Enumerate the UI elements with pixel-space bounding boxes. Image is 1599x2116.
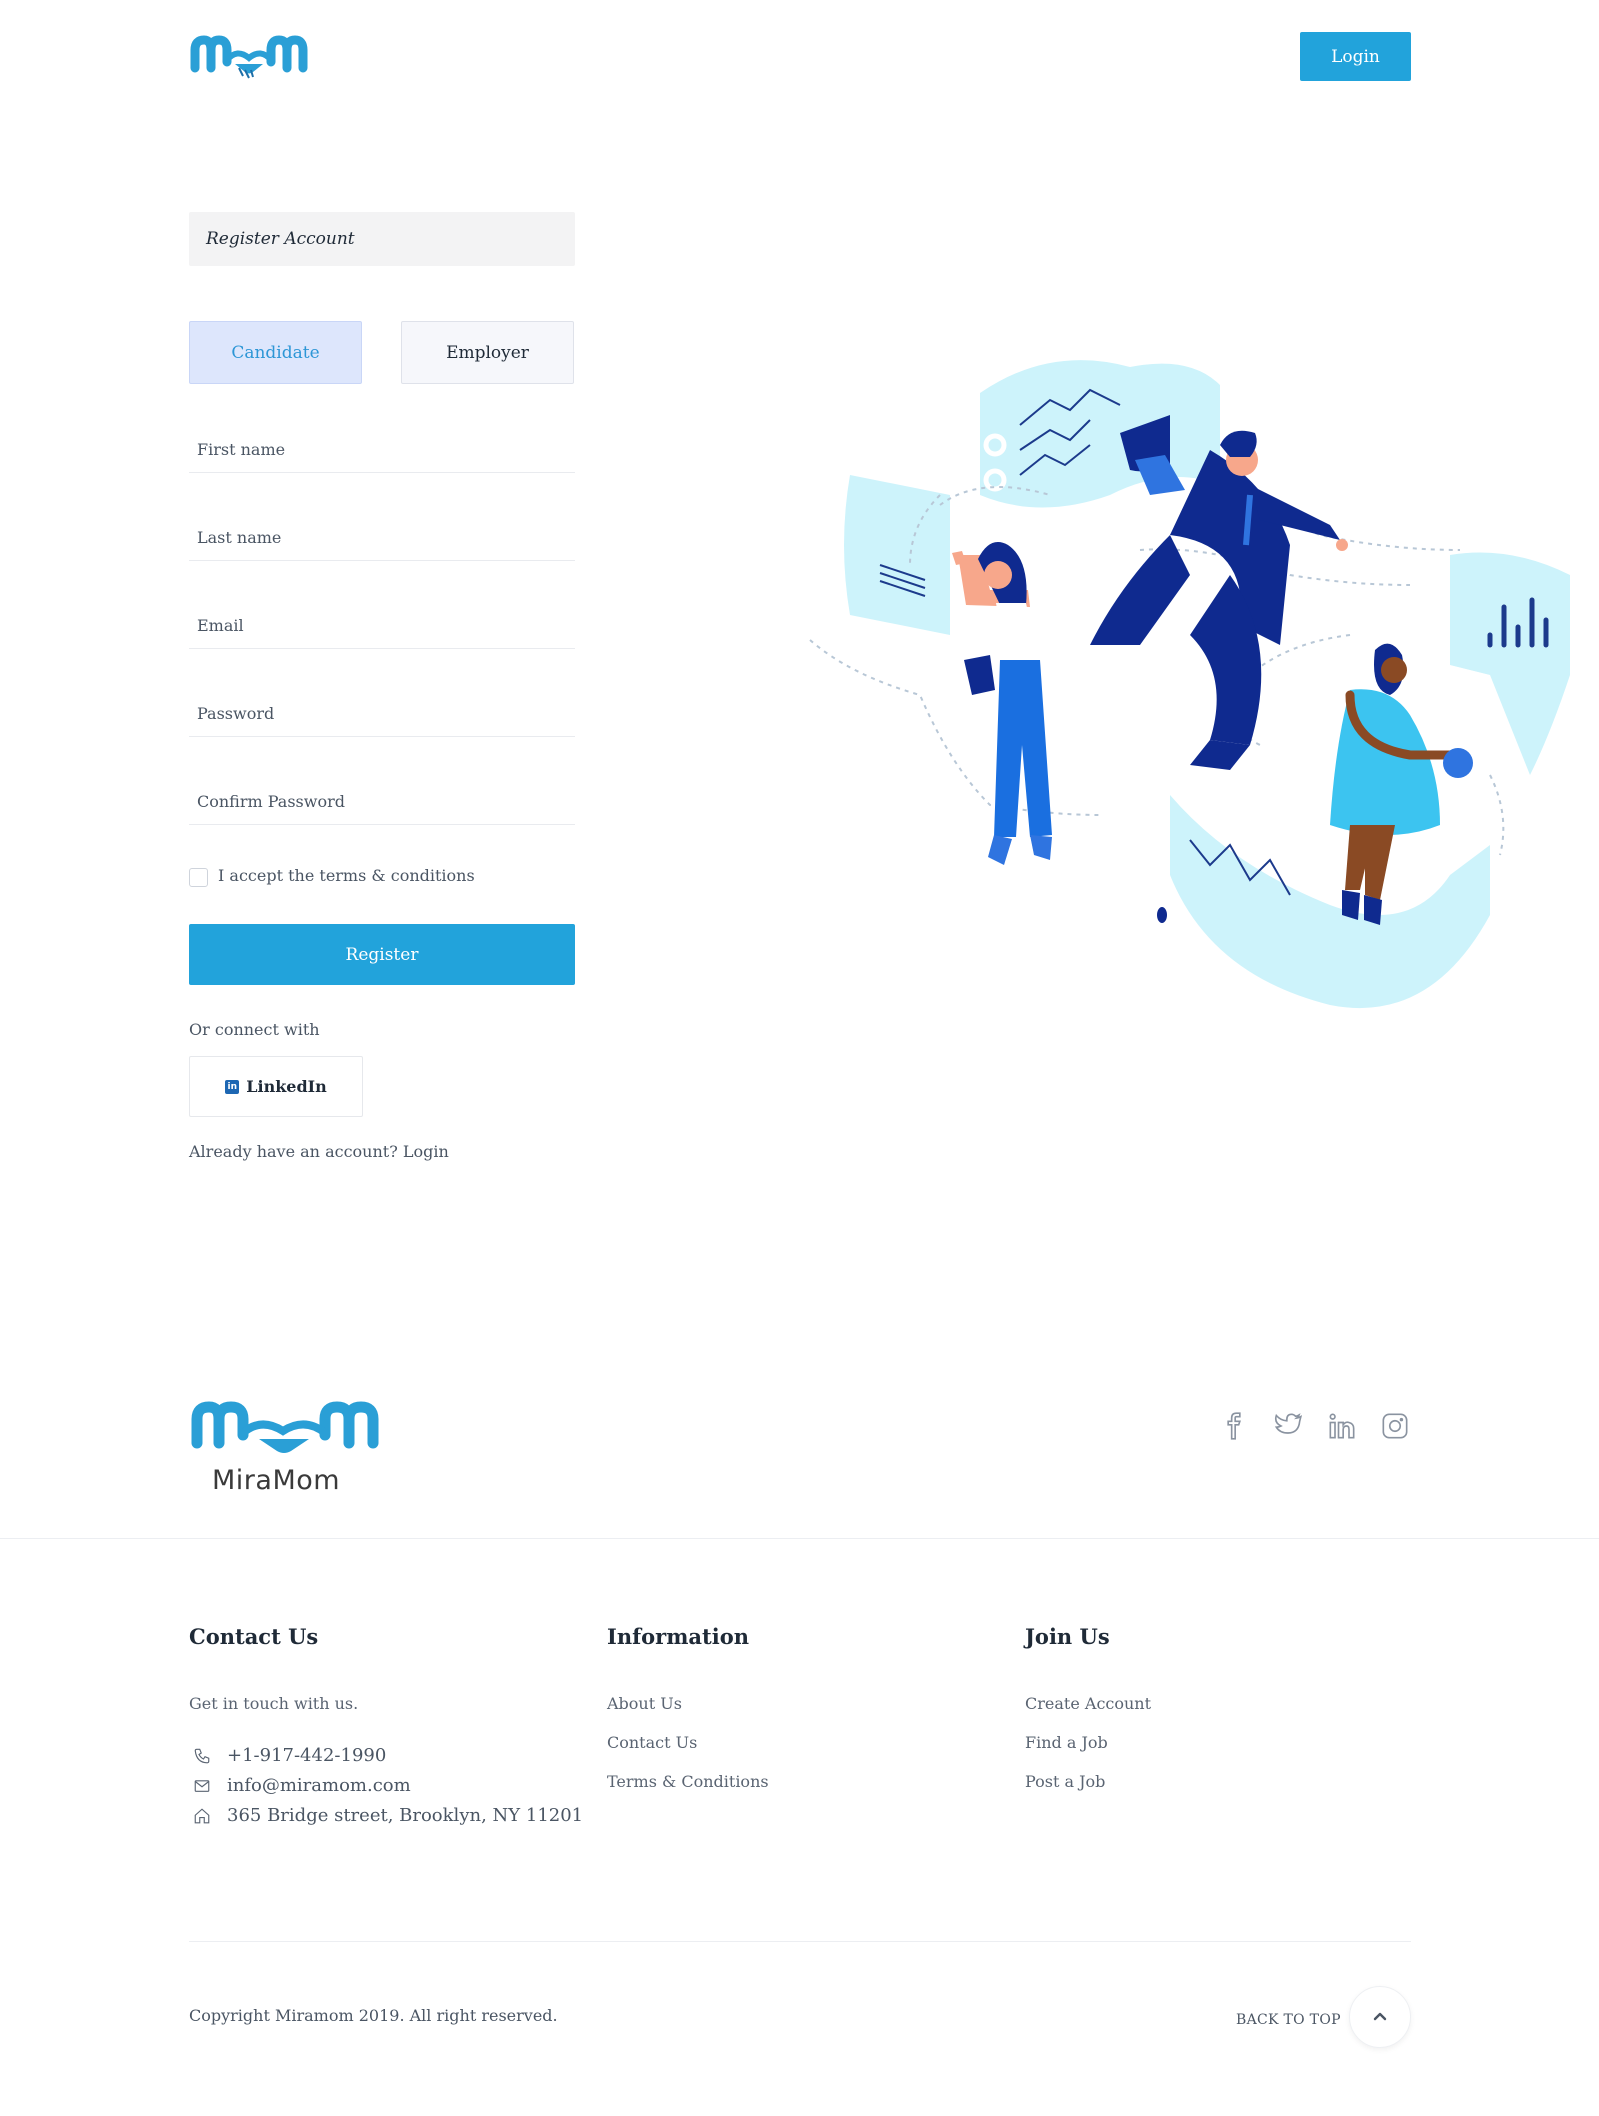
connect-with-text: Or connect with — [189, 1020, 320, 1039]
address-text: 365 Bridge street, Brooklyn, NY 11201 — [227, 1805, 584, 1826]
header-login-button[interactable]: Login — [1300, 32, 1411, 81]
miramom-logo[interactable] — [189, 30, 309, 82]
chart-panel-top — [980, 360, 1220, 508]
role-employer-tab[interactable]: Employer — [401, 321, 574, 384]
linkedin-footer-icon[interactable] — [1328, 1412, 1356, 1440]
footer-link-post-job[interactable]: Post a Job — [1025, 1772, 1105, 1791]
panel-bottom — [1170, 795, 1490, 1009]
linkedin-label: LinkedIn — [246, 1077, 327, 1096]
contact-title: Contact Us — [189, 1624, 319, 1649]
register-button[interactable]: Register — [189, 924, 575, 985]
footer-brand-name: MiraMom — [212, 1465, 341, 1496]
panel-left — [844, 475, 950, 635]
contact-address: 365 Bridge street, Brooklyn, NY 11201 — [193, 1805, 583, 1826]
contact-email: info@miramom.com — [193, 1775, 411, 1796]
twitter-icon[interactable] — [1274, 1412, 1302, 1440]
contact-phone: +1-917-442-1990 — [193, 1745, 386, 1766]
form-title: Register Account — [189, 212, 575, 266]
panel-right — [1450, 552, 1570, 775]
already-have-account: Already have an account? Login — [189, 1142, 449, 1161]
back-to-top-button[interactable] — [1349, 1986, 1411, 2048]
login-link[interactable]: Login — [403, 1142, 449, 1161]
join-title: Join Us — [1025, 1624, 1110, 1649]
footer-divider — [0, 1538, 1599, 1539]
linkedin-connect-button[interactable]: in LinkedIn — [189, 1056, 363, 1117]
footer-link-find-job[interactable]: Find a Job — [1025, 1733, 1108, 1752]
phone-text[interactable]: +1-917-442-1990 — [227, 1745, 386, 1766]
last-name-input[interactable] — [189, 514, 575, 561]
footer-link-terms[interactable]: Terms & Conditions — [607, 1772, 769, 1791]
contact-subtitle: Get in touch with us. — [189, 1694, 359, 1713]
first-name-input[interactable] — [189, 426, 575, 473]
already-text: Already have an account? — [189, 1142, 398, 1161]
team-illustration — [809, 360, 1570, 1009]
footer-link-contact-us[interactable]: Contact Us — [607, 1733, 697, 1752]
footer-link-about-us[interactable]: About Us — [607, 1694, 682, 1713]
woman-left-figure — [952, 542, 1052, 865]
back-to-top-label[interactable]: BACK TO TOP — [1236, 2012, 1341, 2028]
email-text[interactable]: info@miramom.com — [227, 1775, 411, 1796]
password-input[interactable] — [189, 690, 575, 737]
facebook-icon[interactable] — [1220, 1412, 1248, 1440]
phone-icon — [194, 1748, 210, 1763]
instagram-icon[interactable] — [1381, 1412, 1409, 1440]
footer-bottom-divider — [189, 1941, 1411, 1942]
information-title: Information — [607, 1624, 749, 1649]
mail-icon — [194, 1779, 210, 1792]
chevron-up-icon — [1373, 2012, 1387, 2021]
terms-label: I accept the terms & conditions — [218, 866, 475, 885]
terms-checkbox[interactable] — [189, 868, 208, 887]
home-icon — [194, 1807, 210, 1823]
copyright-text: Copyright Miramom 2019. All right reserv… — [189, 2006, 558, 2025]
confirm-password-input[interactable] — [189, 778, 575, 825]
linkedin-icon: in — [225, 1079, 240, 1094]
footer-link-create-account[interactable]: Create Account — [1025, 1694, 1151, 1713]
role-candidate-tab[interactable]: Candidate — [189, 321, 362, 384]
email-input[interactable] — [189, 602, 575, 649]
